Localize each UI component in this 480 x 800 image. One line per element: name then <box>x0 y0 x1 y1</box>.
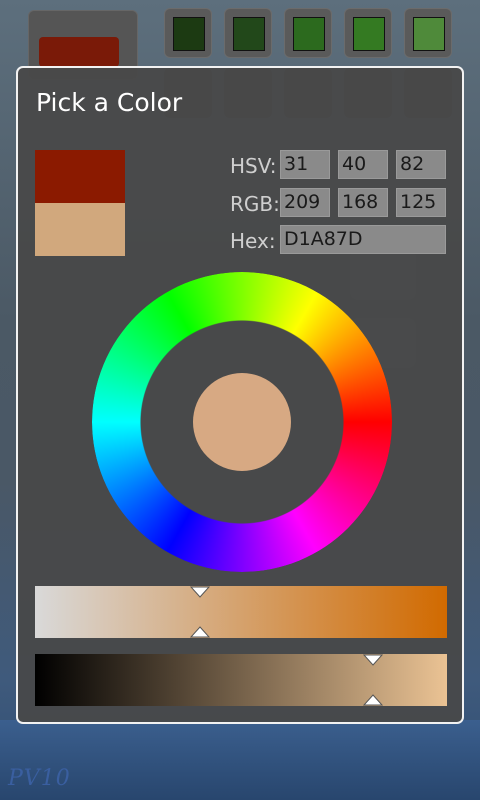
swatch-2 <box>224 8 272 58</box>
rgb-label: RGB: <box>230 192 280 216</box>
selected-color-circle <box>193 373 291 471</box>
app-watermark: PV10 <box>8 766 71 791</box>
hue-wheel[interactable] <box>92 272 392 572</box>
green-input[interactable]: 168 <box>338 188 388 217</box>
value-input[interactable]: 82 <box>396 150 446 179</box>
blue-input[interactable]: 125 <box>396 188 446 217</box>
red-input[interactable]: 209 <box>280 188 330 217</box>
swatch-4 <box>344 8 392 58</box>
saturation-top-marker[interactable] <box>190 586 210 598</box>
swatch-1 <box>164 8 212 58</box>
hex-input[interactable]: D1A87D <box>280 225 446 254</box>
hue-input[interactable]: 31 <box>280 150 330 179</box>
hsv-label: HSV: <box>230 154 277 178</box>
swatch-5 <box>404 8 452 58</box>
swatch-3 <box>284 8 332 58</box>
previous-color-swatch[interactable] <box>35 150 125 203</box>
value-bottom-marker[interactable] <box>363 694 383 706</box>
current-color-swatch <box>35 203 125 256</box>
color-picker-dialog: Pick a Color HSV: 31 40 82 RGB: 209 168 … <box>16 66 464 724</box>
dialog-title: Pick a Color <box>36 88 183 117</box>
hex-label: Hex: <box>230 229 276 253</box>
value-slider[interactable] <box>35 654 447 706</box>
value-top-marker[interactable] <box>363 654 383 666</box>
saturation-bottom-marker[interactable] <box>190 626 210 638</box>
saturation-slider[interactable] <box>35 586 447 638</box>
saturation-input[interactable]: 40 <box>338 150 388 179</box>
